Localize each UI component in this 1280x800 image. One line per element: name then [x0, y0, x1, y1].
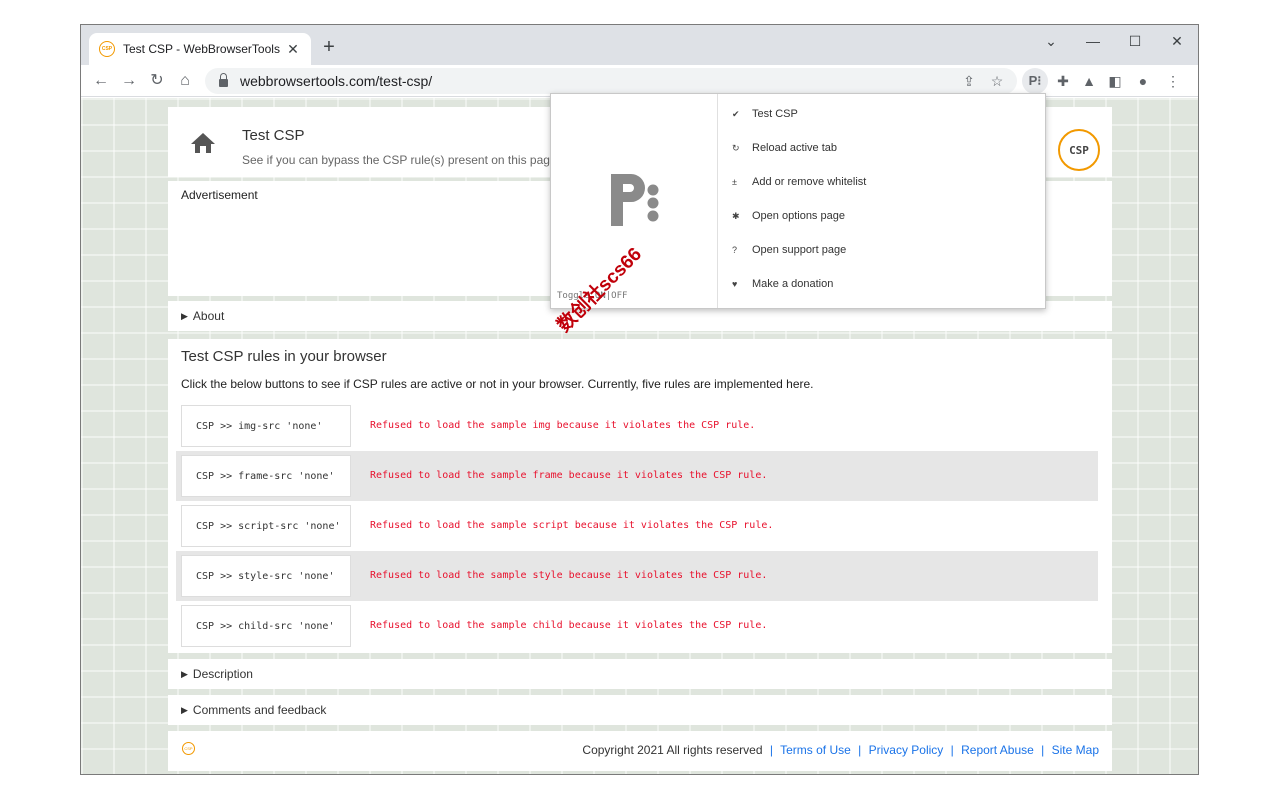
- page-subtitle: See if you can bypass the CSP rule(s) pr…: [242, 153, 557, 167]
- csp-result-message: Refused to load the sample child because…: [370, 620, 768, 631]
- menu-item-label: Add or remove whitelist: [752, 176, 867, 188]
- csp-logo: CSP: [1058, 129, 1100, 171]
- share-icon[interactable]: ⇪: [957, 69, 981, 93]
- footer-links: Copyright 2021 All rights reserved | Ter…: [582, 743, 1099, 757]
- menu-kebab-icon[interactable]: ⋮: [1161, 69, 1185, 93]
- terms-of-use-link[interactable]: Terms of Use: [780, 743, 851, 757]
- menu-donation[interactable]: ♥ Make a donation: [719, 267, 1045, 301]
- expand-triangle-icon: ▶: [181, 310, 188, 321]
- menu-reload-active-tab[interactable]: ↻ Reload active tab: [719, 131, 1045, 165]
- expand-triangle-icon: ▶: [181, 704, 188, 715]
- url-text: webbrowsertools.com/test-csp/: [240, 73, 433, 89]
- test-csp-panel: Test CSP rules in your browser Click the…: [168, 339, 1112, 653]
- home-icon[interactable]: [190, 132, 216, 154]
- back-button[interactable]: ←: [89, 69, 113, 93]
- expand-triangle-icon: ▶: [181, 668, 188, 679]
- csp-rule-row: CSP >> child-src 'none' Refused to load …: [176, 601, 1098, 651]
- menu-item-label: Make a donation: [752, 278, 834, 290]
- csp-rule-row: CSP >> frame-src 'none' Refused to load …: [176, 451, 1098, 501]
- side-panel-icon[interactable]: ◧: [1103, 69, 1127, 93]
- page-title: Test CSP: [242, 127, 305, 144]
- report-abuse-link[interactable]: Report Abuse: [961, 743, 1034, 757]
- page-footer: CSP Copyright 2021 All rights reserved |…: [168, 731, 1112, 771]
- bookmark-star-icon[interactable]: ☆: [985, 69, 1009, 93]
- csp-extension-icon[interactable]: P⁝: [1022, 68, 1048, 94]
- extensions-puzzle-icon[interactable]: ✚: [1051, 69, 1075, 93]
- menu-options[interactable]: ✱ Open options page: [719, 199, 1045, 233]
- csp-rule-row: CSP >> script-src 'none' Refused to load…: [176, 501, 1098, 551]
- csp-script-src-button[interactable]: CSP >> script-src 'none': [181, 505, 351, 547]
- menu-item-label: Open options page: [752, 210, 845, 222]
- tab-strip: CSP Test CSP - WebBrowserTools ✕ + ⌄ — ☐…: [81, 25, 1198, 65]
- close-window-button[interactable]: ✕: [1157, 31, 1197, 55]
- maximize-button[interactable]: ☐: [1115, 31, 1155, 55]
- comments-label: Comments and feedback: [192, 703, 327, 717]
- question-icon: ?: [732, 245, 738, 255]
- csp-rule-row: CSP >> style-src 'none' Refused to load …: [176, 551, 1098, 601]
- about-label: About: [192, 309, 225, 323]
- check-icon: ✔: [732, 108, 740, 119]
- new-tab-button[interactable]: +: [317, 37, 341, 57]
- home-button[interactable]: ⌂: [173, 69, 197, 93]
- close-tab-icon[interactable]: ✕: [285, 41, 301, 58]
- advertisement-label: Advertisement: [181, 188, 258, 202]
- menu-support[interactable]: ? Open support page: [719, 233, 1045, 267]
- lab-flask-icon[interactable]: ▲: [1077, 69, 1101, 93]
- site-map-link[interactable]: Site Map: [1052, 743, 1099, 757]
- csp-result-message: Refused to load the sample frame because…: [370, 470, 768, 481]
- tab-active[interactable]: CSP Test CSP - WebBrowserTools ✕: [89, 33, 311, 65]
- panel-title: Test CSP rules in your browser: [181, 348, 387, 365]
- minimize-button[interactable]: —: [1073, 31, 1113, 55]
- reload-button[interactable]: ↻: [145, 69, 169, 93]
- csp-frame-src-button[interactable]: CSP >> frame-src 'none': [181, 455, 351, 497]
- description-section-toggle[interactable]: ▶ Description: [168, 659, 1112, 689]
- browser-window: CSP Test CSP - WebBrowserTools ✕ + ⌄ — ☐…: [80, 24, 1199, 775]
- privacy-policy-link[interactable]: Privacy Policy: [869, 743, 944, 757]
- extension-logo-icon: [611, 174, 659, 226]
- heart-icon: ♥: [732, 279, 738, 289]
- gear-icon: ✱: [732, 210, 740, 221]
- csp-result-message: Refused to load the sample img because i…: [370, 420, 756, 431]
- comments-section-toggle[interactable]: ▶ Comments and feedback: [168, 695, 1112, 725]
- csp-child-src-button[interactable]: CSP >> child-src 'none': [181, 605, 351, 647]
- tab-title: Test CSP - WebBrowserTools: [123, 42, 280, 56]
- copyright-text: Copyright 2021 All rights reserved: [582, 743, 763, 757]
- menu-item-label: Test CSP: [752, 108, 798, 120]
- menu-item-label: Reload active tab: [752, 142, 837, 154]
- plus-minus-icon: ±: [732, 177, 737, 187]
- popup-toggle-panel[interactable]: Toggle ON|OFF: [551, 94, 718, 308]
- address-bar[interactable]: webbrowsertools.com/test-csp/: [205, 68, 1017, 94]
- csp-result-message: Refused to load the sample style because…: [370, 570, 768, 581]
- description-label: Description: [192, 667, 253, 681]
- menu-item-label: Open support page: [752, 244, 847, 256]
- reload-icon: ↻: [732, 142, 740, 153]
- csp-result-message: Refused to load the sample script becaus…: [370, 520, 774, 531]
- csp-style-src-button[interactable]: CSP >> style-src 'none': [181, 555, 351, 597]
- csp-rule-row: CSP >> img-src 'none' Refused to load th…: [176, 401, 1098, 451]
- profile-avatar-icon[interactable]: ●: [1131, 69, 1155, 93]
- panel-description: Click the below buttons to see if CSP ru…: [181, 377, 814, 391]
- menu-whitelist[interactable]: ± Add or remove whitelist: [719, 165, 1045, 199]
- forward-button[interactable]: →: [117, 69, 141, 93]
- footer-csp-logo-icon: CSP: [182, 742, 195, 755]
- menu-test-csp[interactable]: ✔ Test CSP: [719, 97, 1045, 131]
- csp-favicon-icon: CSP: [99, 41, 115, 57]
- csp-img-src-button[interactable]: CSP >> img-src 'none': [181, 405, 351, 447]
- tab-search-icon[interactable]: ⌄: [1031, 31, 1071, 55]
- lock-icon: [219, 73, 228, 87]
